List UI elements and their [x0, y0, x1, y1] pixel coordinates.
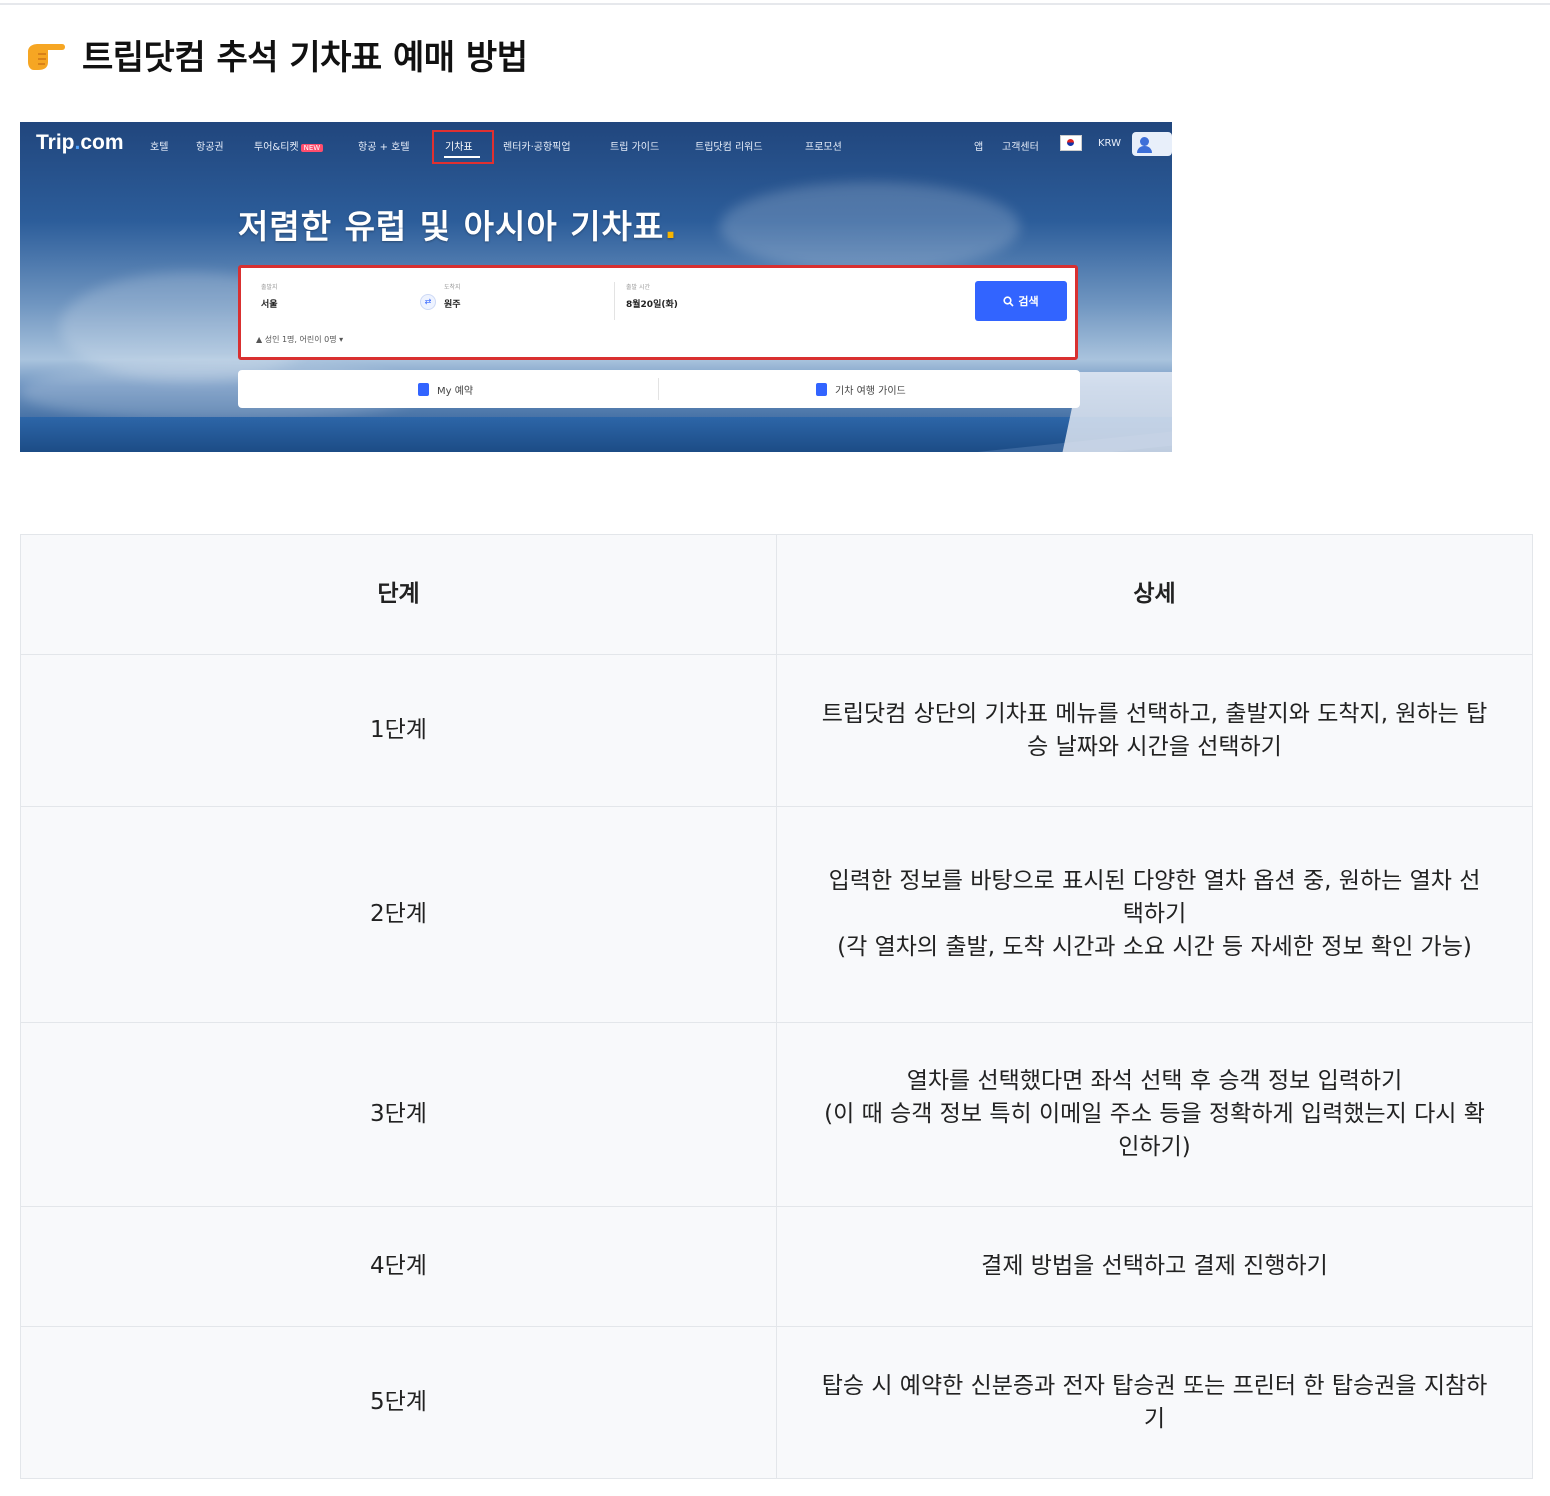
user-avatar-icon[interactable] — [1132, 132, 1172, 156]
nav-item-trip-guide[interactable]: 트립 가이드 — [610, 138, 659, 153]
table-row: 1단계 트립닷컴 상단의 기차표 메뉴를 선택하고, 출발지와 도착지, 원하는… — [20, 654, 1533, 807]
step-cell: 4단계 — [20, 1206, 777, 1327]
nav-item-promotions[interactable]: 프로모션 — [805, 138, 842, 153]
date-value: 8월20일(화) — [626, 300, 678, 310]
nav-item-flight-hotel[interactable]: 항공 + 호텔 — [358, 138, 410, 153]
my-booking-label: My 예약 — [437, 385, 474, 397]
swap-icon[interactable]: ⇄ — [420, 294, 436, 310]
table-row: 4단계 결제 방법을 선택하고 결제 진행하기 — [20, 1206, 1533, 1327]
tripcom-logo[interactable]: Trip.com — [36, 131, 124, 155]
passenger-text: 성인 1명, 어린이 0명 — [264, 335, 337, 344]
book-icon — [816, 382, 827, 396]
currency-selector[interactable]: KRW — [1098, 138, 1121, 149]
to-label: 도착지 — [444, 284, 461, 291]
to-field[interactable]: 도착지 원주 — [444, 282, 614, 320]
step-cell: 1단계 — [20, 654, 777, 807]
detail-cell: 결제 방법을 선택하고 결제 진행하기 — [776, 1206, 1533, 1327]
date-label: 출발 시간 — [626, 284, 650, 291]
step-cell: 3단계 — [20, 1022, 777, 1207]
step-cell: 2단계 — [20, 806, 777, 1023]
nav-item-car-rental[interactable]: 렌터카·공항픽업 — [503, 138, 571, 153]
trains-highlight-box — [432, 130, 494, 164]
detail-line: 열차를 선택했다면 좌석 선택 후 승객 정보 입력하기 — [906, 1068, 1403, 1094]
table-row: 5단계 탑승 시 예약한 신분증과 전자 탑승권 또는 프린터 한 탑승권을 지… — [20, 1326, 1533, 1479]
train-guide-label: 기차 여행 가이드 — [835, 385, 906, 397]
page-title: 트립닷컴 추석 기차표 예매 방법 — [82, 37, 528, 78]
table-row: 3단계 열차를 선택했다면 좌석 선택 후 승객 정보 입력하기 (이 때 승객 … — [20, 1022, 1533, 1207]
hero-title: 저렴한 유럽 및 아시아 기차표. — [238, 200, 678, 248]
nav-item-tours-label: 투어&티켓 — [254, 142, 299, 153]
date-field[interactable]: 출발 시간 8월20일(화) — [626, 282, 956, 320]
nav-item-hotel[interactable]: 호텔 — [150, 138, 168, 153]
detail-line: 트립닷컴 상단의 기차표 메뉴를 선택하고, 출발지와 도착지, 원하는 탑승 … — [821, 700, 1488, 760]
table-row: 2단계 입력한 정보를 바탕으로 표시된 다양한 열차 옵션 중, 원하는 열차… — [20, 806, 1533, 1023]
detail-line: (각 열차의 출발, 도착 시간과 소요 시간 등 자세한 정보 확인 가능) — [837, 934, 1472, 960]
to-value: 원주 — [444, 300, 461, 310]
step-cell: 5단계 — [20, 1326, 777, 1479]
detail-line: 입력한 정보를 바탕으로 표시된 다양한 열차 옵션 중, 원하는 열차 선택하… — [828, 868, 1481, 927]
nav-item-tours[interactable]: 투어&티켓 NEW — [254, 138, 324, 153]
nav-item-app[interactable]: 앱 — [974, 138, 983, 153]
active-tab-underline — [444, 156, 480, 158]
section-heading: 트립닷컴 추석 기차표 예매 방법 — [24, 30, 528, 78]
pointing-hand-icon — [28, 44, 65, 70]
new-badge: NEW — [300, 144, 324, 152]
train-guide-link[interactable]: 기차 여행 가이드 — [816, 370, 906, 408]
table-header-row: 단계 상세 — [20, 534, 1533, 655]
search-button-label: 검색 — [1018, 295, 1039, 308]
my-booking-link[interactable]: My 예약 — [418, 370, 473, 408]
detail-line: 결제 방법을 선택하고 결제 진행하기 — [981, 1253, 1328, 1279]
detail-line: (이 때 승객 정보 특히 이메일 주소 등을 정확하게 입력했는지 다시 확인… — [824, 1101, 1485, 1160]
top-divider — [0, 3, 1550, 5]
from-value: 서울 — [261, 300, 278, 310]
nav-item-support[interactable]: 고객센터 — [1002, 138, 1039, 153]
detail-cell: 트립닷컴 상단의 기차표 메뉴를 선택하고, 출발지와 도착지, 원하는 탑승 … — [776, 654, 1533, 807]
header-step: 단계 — [20, 534, 777, 655]
booking-icon — [418, 382, 429, 396]
from-label: 출발지 — [261, 284, 278, 291]
hero-title-dot: . — [664, 207, 678, 246]
detail-cell: 입력한 정보를 바탕으로 표시된 다양한 열차 옵션 중, 원하는 열차 선택하… — [776, 806, 1533, 1023]
korea-flag-icon[interactable] — [1060, 135, 1082, 151]
quick-links-bar: My 예약 기차 여행 가이드 — [238, 370, 1080, 408]
nav-item-rewards[interactable]: 트립닷컴 리워드 — [695, 138, 763, 153]
passenger-selector[interactable]: ▲ 성인 1명, 어린이 0명 ▾ — [256, 334, 343, 345]
from-field[interactable]: 출발지 서울 — [261, 282, 411, 320]
booking-steps-table: 단계 상세 1단계 트립닷컴 상단의 기차표 메뉴를 선택하고, 출발지와 도착… — [20, 534, 1533, 1479]
hero-title-text: 저렴한 유럽 및 아시아 기차표 — [238, 207, 665, 246]
detail-cell: 열차를 선택했다면 좌석 선택 후 승객 정보 입력하기 (이 때 승객 정보 특… — [776, 1022, 1533, 1207]
nav-item-flights[interactable]: 항공권 — [196, 138, 224, 153]
header-detail: 상세 — [776, 534, 1533, 655]
detail-cell: 탑승 시 예약한 신분증과 전자 탑승권 또는 프린터 한 탑승권을 지참하기 — [776, 1326, 1533, 1479]
search-icon — [1003, 295, 1014, 307]
tripcom-screenshot: Trip.com 호텔 항공권 투어&티켓 NEW 항공 + 호텔 기차표 렌터카… — [20, 122, 1172, 452]
search-button[interactable]: 검색 — [975, 281, 1067, 321]
detail-line: 탑승 시 예약한 신분증과 전자 탑승권 또는 프린터 한 탑승권을 지참하기 — [821, 1372, 1488, 1432]
